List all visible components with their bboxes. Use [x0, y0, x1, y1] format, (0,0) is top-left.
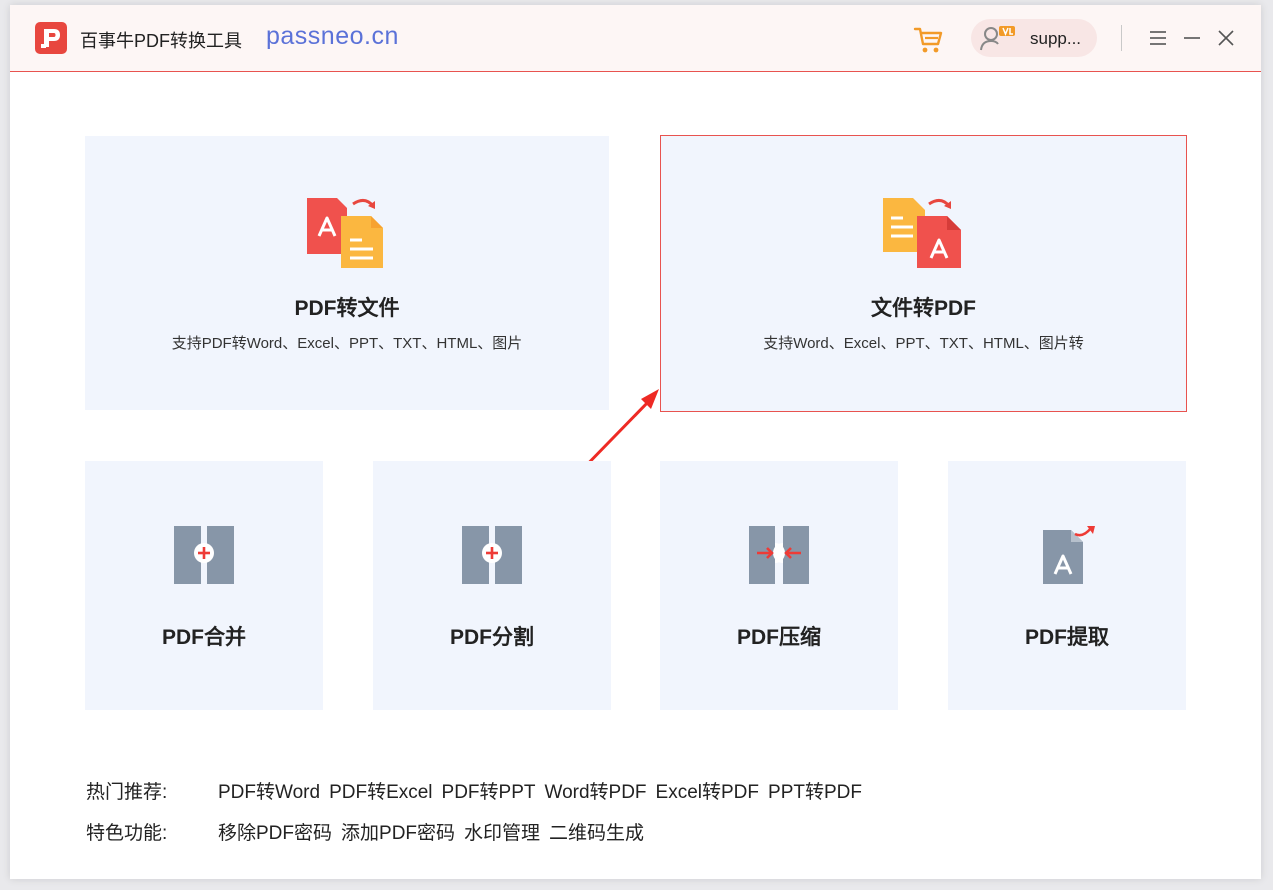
- link-remove-password[interactable]: 移除PDF密码: [218, 823, 332, 844]
- hot-label: 热门推荐:: [86, 782, 168, 803]
- link-word-to-pdf[interactable]: Word转PDF: [544, 782, 646, 803]
- pdf-split-icon: [460, 524, 524, 586]
- pdf-compress-icon: [747, 524, 811, 586]
- pdf-split-card[interactable]: PDF分割: [373, 461, 611, 710]
- pdf-extract-icon: [1035, 524, 1099, 586]
- cart-icon[interactable]: [912, 23, 946, 57]
- card-title: PDF转文件: [294, 297, 400, 320]
- card-title: PDF分割: [450, 626, 534, 649]
- title-bar: 百事牛PDF转换工具 passneo.cn supp...: [10, 5, 1261, 72]
- link-pdf-to-ppt[interactable]: PDF转PPT: [442, 782, 536, 803]
- menu-icon[interactable]: [1146, 26, 1170, 50]
- user-name: supp...: [1030, 29, 1082, 48]
- pdf-to-file-icon: [305, 196, 389, 270]
- minimize-icon[interactable]: [1180, 26, 1204, 50]
- hot-recommendations: 热门推荐: PDF转Word PDF转Excel PDF转PPT Word转PDF Exc…: [86, 777, 871, 804]
- featured-functions: 特色功能: 移除PDF密码 添加PDF密码 水印管理 二维码生成: [86, 818, 653, 845]
- link-watermark[interactable]: 水印管理: [464, 823, 540, 844]
- features-label: 特色功能:: [86, 823, 168, 844]
- link-ppt-to-pdf[interactable]: PPT转PDF: [768, 782, 862, 803]
- card-title: PDF压缩: [737, 626, 821, 649]
- link-excel-to-pdf[interactable]: Excel转PDF: [656, 782, 759, 803]
- app-window: 百事牛PDF转换工具 passneo.cn supp... PDF转文件 支持P…: [10, 5, 1261, 879]
- card-description: 支持PDF转Word、Excel、PPT、TXT、HTML、图片: [171, 335, 523, 352]
- file-to-pdf-card[interactable]: 文件转PDF 支持Word、Excel、PPT、TXT、HTML、图片转: [660, 135, 1187, 412]
- pdf-extract-card[interactable]: PDF提取: [948, 461, 1186, 710]
- pdf-merge-card[interactable]: PDF合并: [85, 461, 323, 710]
- link-pdf-to-excel[interactable]: PDF转Excel: [329, 782, 432, 803]
- card-title: PDF合并: [162, 626, 246, 649]
- user-account-button[interactable]: supp...: [971, 19, 1097, 57]
- pdf-merge-icon: [172, 524, 236, 586]
- card-title: 文件转PDF: [871, 297, 976, 320]
- link-add-password[interactable]: 添加PDF密码: [341, 823, 455, 844]
- link-qrcode[interactable]: 二维码生成: [549, 823, 644, 844]
- site-url[interactable]: passneo.cn: [266, 22, 399, 51]
- pdf-to-file-card[interactable]: PDF转文件 支持PDF转Word、Excel、PPT、TXT、HTML、图片: [85, 136, 609, 410]
- close-icon[interactable]: [1214, 26, 1238, 50]
- link-pdf-to-word[interactable]: PDF转Word: [218, 782, 320, 803]
- user-vip-icon: [977, 23, 1017, 53]
- titlebar-separator: [1121, 25, 1122, 51]
- logo-icon: [35, 22, 67, 54]
- file-to-pdf-icon: [881, 196, 965, 270]
- app-title: 百事牛PDF转换工具: [80, 31, 242, 51]
- pdf-compress-card[interactable]: PDF压缩: [660, 461, 898, 710]
- card-description: 支持Word、Excel、PPT、TXT、HTML、图片转: [763, 335, 1084, 352]
- card-title: PDF提取: [1025, 626, 1109, 649]
